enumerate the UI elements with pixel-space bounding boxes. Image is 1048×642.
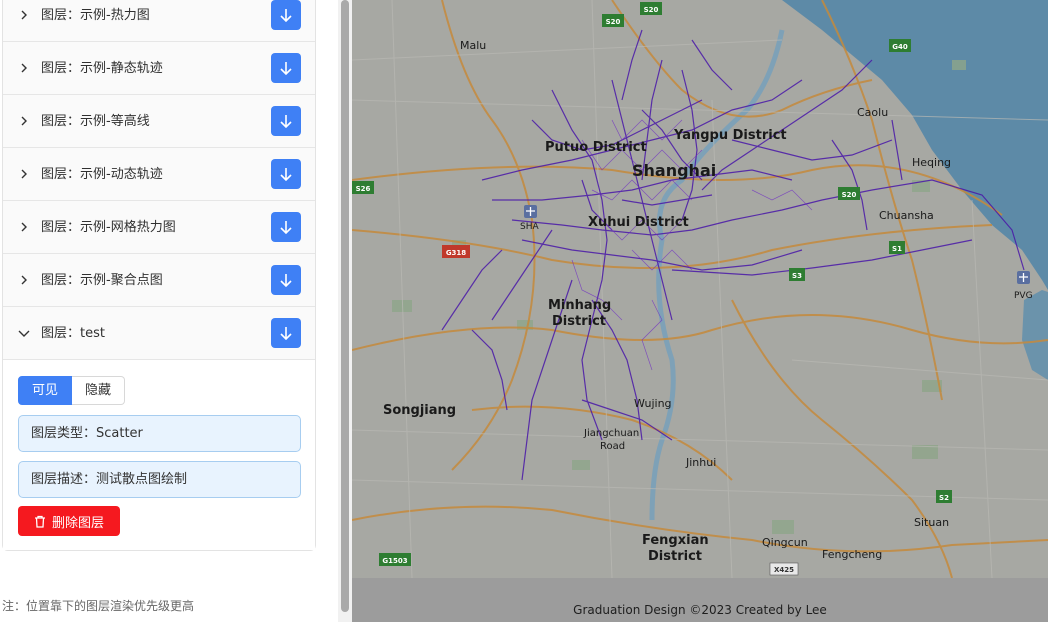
layer-item-grid-heatmap[interactable]: 图层：示例-网格热力图 bbox=[3, 201, 315, 254]
place-qingcun: Qingcun bbox=[762, 536, 808, 549]
place-caolu: Caolu bbox=[857, 106, 888, 119]
visibility-toggle: 可见 隐藏 bbox=[18, 376, 126, 405]
render-priority-note: 注：位置靠下的图层渲染优先级更高 bbox=[2, 599, 195, 613]
download-button[interactable] bbox=[271, 106, 301, 136]
place-situan: Situan bbox=[914, 516, 949, 529]
layer-item-heatmap[interactable]: 图层：示例-热力图 bbox=[3, 0, 315, 42]
shield-s1: S1 bbox=[892, 245, 902, 253]
chevron-right-icon[interactable] bbox=[17, 112, 31, 130]
arrow-down-icon bbox=[280, 115, 292, 128]
arrow-down-icon bbox=[280, 62, 292, 75]
layer-list: 图层：示例-热力图 图层：示例-静态轨迹 图层：示例-等高线 图层：示例-动态轨… bbox=[2, 0, 316, 551]
layer-title: 图层：示例-聚合点图 bbox=[41, 273, 163, 288]
shield-g1503: G1503 bbox=[382, 557, 407, 565]
place-songjiang: Songjiang bbox=[383, 403, 456, 418]
delete-layer-label: 删除图层 bbox=[51, 515, 104, 531]
download-button[interactable] bbox=[271, 318, 301, 348]
download-button[interactable] bbox=[271, 265, 301, 295]
shield-g40: G40 bbox=[892, 43, 908, 51]
download-button[interactable] bbox=[271, 53, 301, 83]
scrollbar-thumb[interactable] bbox=[341, 0, 349, 612]
layer-item-contour[interactable]: 图层：示例-等高线 bbox=[3, 95, 315, 148]
airport-pvg-label: PVG bbox=[1014, 291, 1033, 301]
download-button[interactable] bbox=[271, 159, 301, 189]
layer-item-static-track[interactable]: 图层：示例-静态轨迹 bbox=[3, 42, 315, 95]
layer-title: 图层：示例-动态轨迹 bbox=[41, 167, 163, 182]
arrow-down-icon bbox=[280, 274, 292, 287]
shield-s26: S26 bbox=[356, 185, 371, 193]
chevron-right-icon[interactable] bbox=[17, 6, 31, 24]
arrow-down-icon bbox=[280, 9, 292, 22]
hidden-option[interactable]: 隐藏 bbox=[72, 376, 126, 405]
shield-g318: G318 bbox=[446, 249, 466, 257]
layer-item-cluster[interactable]: 图层：示例-聚合点图 bbox=[3, 254, 315, 307]
delete-layer-button[interactable]: 删除图层 bbox=[18, 506, 120, 536]
place-malu: Malu bbox=[460, 39, 486, 52]
layer-item-dynamic-track[interactable]: 图层：示例-动态轨迹 bbox=[3, 148, 315, 201]
place-fengcheng: Fengcheng bbox=[822, 548, 882, 561]
shield-s3: S3 bbox=[792, 272, 802, 280]
layer-type-field: 图层类型：Scatter bbox=[18, 415, 301, 452]
place-heqing: Heqing bbox=[912, 156, 951, 169]
airport-sha-label: SHA bbox=[520, 222, 539, 232]
place-shanghai: Shanghai bbox=[632, 161, 716, 180]
place-fengxian-district: District bbox=[648, 549, 702, 564]
chevron-right-icon[interactable] bbox=[17, 218, 31, 236]
footer-text: Graduation Design ©2023 Created by Lee bbox=[573, 603, 827, 617]
shield-s20: S20 bbox=[606, 18, 621, 26]
layer-title: 图层：示例-静态轨迹 bbox=[41, 61, 163, 76]
place-putuo: Putuo District bbox=[545, 140, 647, 155]
footer: Graduation Design ©2023 Created by Lee bbox=[352, 578, 1048, 622]
place-jiangchuan-road: Road bbox=[600, 441, 625, 452]
shield-x425: X425 bbox=[774, 566, 794, 574]
shield-s20: S20 bbox=[842, 191, 857, 199]
layer-title: 图层：示例-网格热力图 bbox=[41, 220, 176, 235]
visible-option[interactable]: 可见 bbox=[18, 376, 73, 405]
place-xuhui: Xuhui District bbox=[588, 215, 689, 230]
map-canvas[interactable]: S20 S20 G40 S26 S20 S1 S3 G318 S2 G1503 … bbox=[352, 0, 1048, 578]
place-wujing: Wujing bbox=[634, 397, 672, 410]
layer-title: 图层：test bbox=[41, 326, 105, 341]
chevron-right-icon[interactable] bbox=[17, 165, 31, 183]
shield-s2: S2 bbox=[939, 494, 949, 502]
shield-s20: S20 bbox=[644, 6, 659, 14]
arrow-down-icon bbox=[280, 168, 292, 181]
layer-item-test[interactable]: 图层：test bbox=[3, 307, 315, 360]
download-button[interactable] bbox=[271, 0, 301, 30]
layer-title: 图层：示例-等高线 bbox=[41, 114, 150, 129]
airport-icon bbox=[524, 205, 537, 218]
place-jiangchuan: Jiangchuan bbox=[583, 428, 639, 439]
place-minhang: Minhang bbox=[548, 298, 611, 313]
place-jinhui: Jinhui bbox=[685, 456, 716, 469]
download-button[interactable] bbox=[271, 212, 301, 242]
place-minhang-district: District bbox=[552, 314, 606, 329]
layer-title: 图层：示例-热力图 bbox=[41, 8, 150, 23]
place-yangpu: Yangpu District bbox=[673, 128, 787, 143]
map-view[interactable]: S20 S20 G40 S26 S20 S1 S3 G318 S2 G1503 … bbox=[352, 0, 1048, 578]
arrow-down-icon bbox=[280, 327, 292, 340]
airport-icon bbox=[1017, 271, 1030, 284]
arrow-down-icon bbox=[280, 221, 292, 234]
chevron-down-icon[interactable] bbox=[17, 324, 31, 342]
chevron-right-icon[interactable] bbox=[17, 59, 31, 77]
layer-description-field: 图层描述：测试散点图绘制 bbox=[18, 461, 301, 498]
trash-icon bbox=[34, 515, 45, 528]
place-chuansha: Chuansha bbox=[879, 209, 934, 222]
chevron-right-icon[interactable] bbox=[17, 271, 31, 289]
place-fengxian: Fengxian bbox=[642, 533, 709, 548]
layer-panel: 图层：示例-热力图 图层：示例-静态轨迹 图层：示例-等高线 图层：示例-动态轨… bbox=[0, 0, 341, 622]
layer-detail: 可见 隐藏 图层类型：Scatter 图层描述：测试散点图绘制 删除图层 bbox=[3, 360, 315, 550]
